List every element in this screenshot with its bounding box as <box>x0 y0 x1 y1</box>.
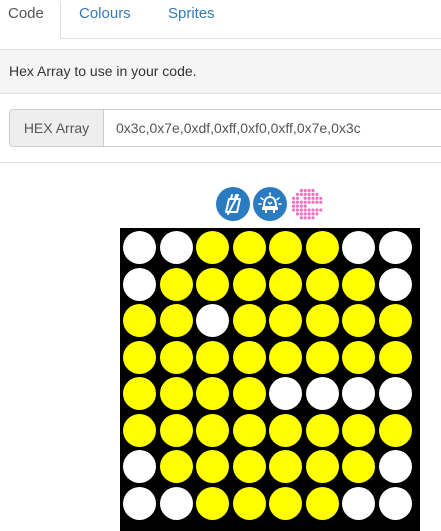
led-cell[interactable] <box>159 231 193 264</box>
hex-array-label: HEX Array <box>9 109 104 147</box>
led-cell[interactable] <box>378 413 412 447</box>
led-cell[interactable] <box>123 304 156 337</box>
led-cell[interactable] <box>269 450 302 483</box>
led-cell[interactable] <box>269 304 302 337</box>
led-cell[interactable] <box>159 413 193 447</box>
led-cell[interactable] <box>342 413 375 447</box>
invert-icon <box>258 192 282 213</box>
led-cell[interactable] <box>159 340 193 374</box>
led-cell[interactable] <box>159 304 193 337</box>
led-cell[interactable] <box>269 377 302 410</box>
led-cell[interactable] <box>305 340 339 374</box>
hex-array-input[interactable] <box>103 109 441 147</box>
led-cell[interactable] <box>378 267 412 301</box>
led-cell[interactable] <box>232 231 266 264</box>
divider <box>0 162 441 163</box>
led-cell[interactable] <box>269 340 302 374</box>
led-cell[interactable] <box>269 231 302 264</box>
led-cell[interactable] <box>342 267 375 301</box>
led-cell[interactable] <box>232 450 266 483</box>
led-cell[interactable] <box>159 377 193 410</box>
led-cell[interactable] <box>342 304 375 337</box>
led-matrix <box>120 228 420 531</box>
led-cell[interactable] <box>159 486 193 520</box>
led-cell[interactable] <box>123 340 156 374</box>
invert-button[interactable] <box>253 187 287 221</box>
clear-icon <box>225 194 241 215</box>
led-cell[interactable] <box>232 267 266 301</box>
led-cell[interactable] <box>269 413 302 447</box>
led-cell[interactable] <box>342 231 375 264</box>
led-cell[interactable] <box>123 450 156 483</box>
led-cell[interactable] <box>123 377 156 410</box>
led-cell[interactable] <box>159 450 193 483</box>
clear-button[interactable] <box>216 187 250 221</box>
pacman-sprite-icon <box>291 188 323 220</box>
led-cell[interactable] <box>305 450 339 483</box>
led-cell[interactable] <box>269 486 302 520</box>
led-cell[interactable] <box>232 413 266 447</box>
led-cell[interactable] <box>232 340 266 374</box>
led-cell[interactable] <box>123 267 156 301</box>
led-cell[interactable] <box>378 486 412 520</box>
led-cell[interactable] <box>342 486 375 520</box>
led-cell[interactable] <box>342 450 375 483</box>
led-cell[interactable] <box>196 450 229 483</box>
led-cell[interactable] <box>232 486 266 520</box>
led-cell[interactable] <box>305 377 339 410</box>
led-cell[interactable] <box>159 267 193 301</box>
led-cell[interactable] <box>196 231 229 264</box>
led-cell[interactable] <box>196 413 229 447</box>
led-cell[interactable] <box>378 377 412 410</box>
led-cell[interactable] <box>378 231 412 264</box>
led-cell[interactable] <box>196 267 229 301</box>
led-cell[interactable] <box>305 304 339 337</box>
led-cell[interactable] <box>123 413 156 447</box>
led-cell[interactable] <box>378 340 412 374</box>
info-panel: Hex Array to use in your code. <box>0 49 441 94</box>
tab-code[interactable]: Code <box>0 0 61 39</box>
led-cell[interactable] <box>196 377 229 410</box>
led-cell[interactable] <box>305 413 339 447</box>
led-cell[interactable] <box>342 377 375 410</box>
led-cell[interactable] <box>342 340 375 374</box>
led-cell[interactable] <box>305 267 339 301</box>
led-cell[interactable] <box>196 304 229 337</box>
led-cell[interactable] <box>123 486 156 520</box>
sprite-button[interactable] <box>290 187 324 221</box>
tab-colours[interactable]: Colours <box>69 0 141 37</box>
hex-array-group: HEX Array <box>9 109 441 147</box>
tab-bar: Code Colours Sprites <box>0 0 441 39</box>
led-cell[interactable] <box>123 231 156 264</box>
led-cell[interactable] <box>232 304 266 337</box>
info-text: Hex Array to use in your code. <box>9 63 197 79</box>
led-cell[interactable] <box>196 486 229 520</box>
led-cell[interactable] <box>196 340 229 374</box>
led-cell[interactable] <box>305 231 339 264</box>
led-cell[interactable] <box>269 267 302 301</box>
led-cell[interactable] <box>232 377 266 410</box>
led-cell[interactable] <box>305 486 339 520</box>
tab-sprites[interactable]: Sprites <box>158 0 225 37</box>
led-cell[interactable] <box>378 304 412 337</box>
led-cell[interactable] <box>378 450 412 483</box>
